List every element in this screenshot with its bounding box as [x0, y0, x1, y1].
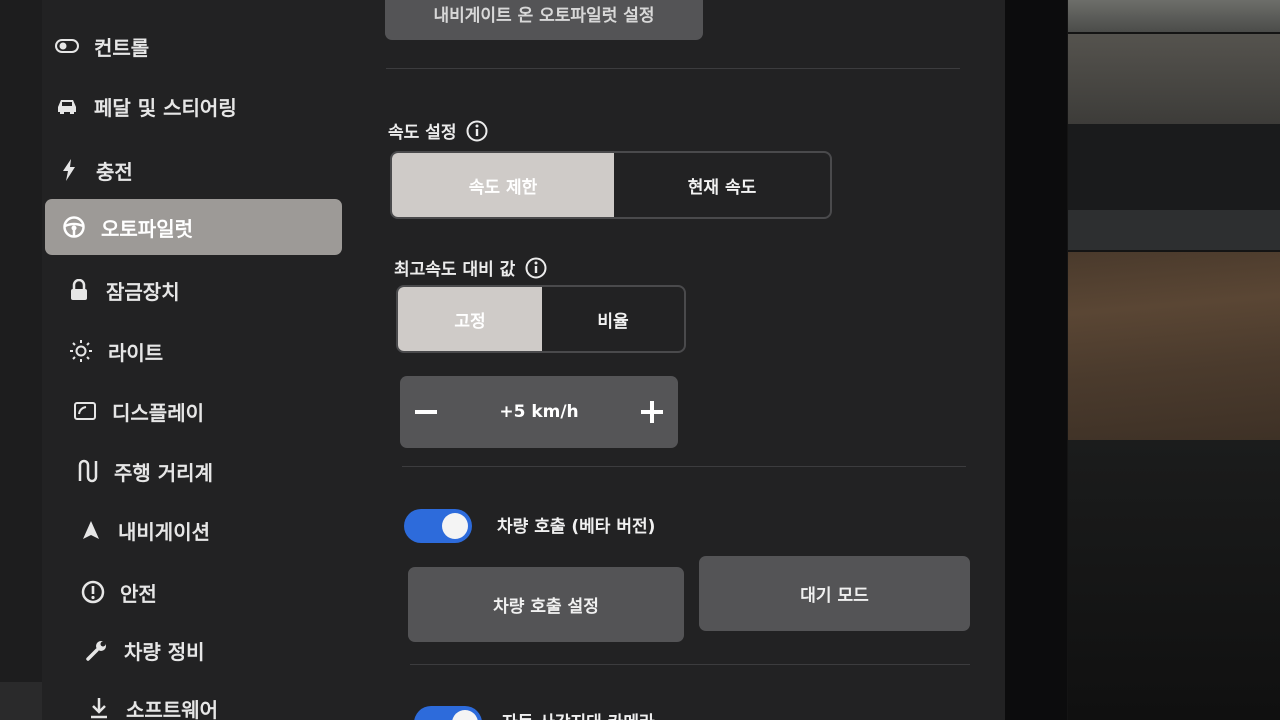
button-label: 대기 모드	[800, 586, 869, 606]
sidebar-item-software[interactable]: 소프트웨어	[86, 684, 356, 720]
offset-segmented-control: 고정 비율	[396, 285, 686, 353]
summon-toggle-label: 차량 호출 (베타 버전)	[497, 517, 656, 537]
steering-wheel-icon	[61, 214, 87, 240]
speed-offset-stepper: +5 km/h	[400, 376, 678, 448]
segment-fixed[interactable]: 고정	[398, 287, 542, 351]
dashboard-panel	[1068, 34, 1280, 124]
sidebar-item-label: 잠금장치	[106, 279, 180, 304]
bolt-icon	[56, 157, 82, 183]
sidebar-item-display[interactable]: 디스플레이	[72, 387, 342, 435]
toggle-icon	[54, 33, 80, 59]
display-icon	[72, 398, 98, 424]
sidebar-item-service[interactable]: 차량 정비	[84, 626, 354, 674]
summon-toggle[interactable]	[404, 509, 472, 543]
sidebar-item-lights[interactable]: 라이트	[68, 327, 338, 375]
toggle-knob	[442, 513, 468, 539]
stepper-value: +5 km/h	[499, 402, 579, 422]
route-icon	[74, 458, 100, 484]
segment-current-speed[interactable]: 현재 속도	[614, 153, 830, 217]
button-label: 내비게이트 온 오토파일럿 설정	[433, 6, 655, 26]
screen-bezel-left	[0, 0, 42, 720]
wrench-icon	[84, 637, 110, 663]
car-icon	[54, 93, 80, 119]
screen-edge	[1005, 0, 1067, 720]
sidebar-item-label: 충전	[96, 159, 133, 184]
sidebar-item-label: 차량 정비	[124, 639, 205, 664]
speed-setting-segmented-control: 속도 제한 현재 속도	[390, 151, 832, 219]
dashboard-vent	[1068, 124, 1280, 210]
sidebar-item-safety[interactable]: 안전	[80, 568, 350, 616]
heading-text: 속도 설정	[388, 123, 457, 143]
wood-trim	[1068, 252, 1280, 440]
sidebar-item-label: 컨트롤	[94, 35, 150, 60]
sidebar-item-autopilot[interactable]: 오토파일럿	[45, 199, 342, 255]
sidebar-item-charging[interactable]: 충전	[56, 146, 346, 194]
sidebar-item-pedals-steering[interactable]: 페달 및 스티어링	[54, 82, 344, 130]
section-divider	[410, 664, 970, 665]
plus-icon	[640, 401, 663, 423]
touchscreen: 컨트롤 페달 및 스티어링 충전 오토파일럿 잠금장치 라이트 디스플레이 주행…	[42, 0, 1005, 720]
sun-icon	[68, 338, 94, 364]
offset-heading: 최고속도 대비 값	[394, 255, 547, 280]
segment-percentage[interactable]: 비율	[542, 287, 684, 351]
sidebar-item-controls[interactable]: 컨트롤	[54, 22, 344, 70]
blind-spot-camera-label: 자동 사각지대 카메라	[502, 708, 655, 720]
segment-speed-limit[interactable]: 속도 제한	[392, 153, 614, 217]
info-icon[interactable]	[466, 120, 488, 142]
alert-circle-icon	[80, 579, 106, 605]
section-divider	[386, 68, 960, 69]
summon-settings-button[interactable]: 차량 호출 설정	[408, 567, 684, 642]
sidebar-item-label: 오토파일럿	[101, 216, 193, 241]
dashboard-top	[1068, 0, 1280, 32]
nav-on-autopilot-settings-button[interactable]: 내비게이트 온 오토파일럿 설정	[385, 0, 703, 40]
sidebar-item-label: 내비게이션	[118, 519, 210, 544]
sidebar-item-label: 소프트웨어	[126, 697, 218, 720]
heading-text: 최고속도 대비 값	[394, 260, 516, 280]
toggle-knob	[452, 710, 478, 720]
minus-icon	[415, 410, 437, 414]
download-icon	[86, 695, 112, 720]
button-label: 차량 호출 설정	[493, 597, 599, 617]
speed-setting-heading: 속도 설정	[388, 118, 488, 143]
standby-mode-button[interactable]: 대기 모드	[699, 556, 970, 631]
screen-bezel-corner	[0, 682, 42, 720]
increase-button[interactable]	[626, 376, 678, 448]
info-icon[interactable]	[525, 257, 547, 279]
section-divider	[402, 466, 966, 467]
sidebar-item-label: 라이트	[108, 340, 164, 365]
sidebar-item-trips[interactable]: 주행 거리계	[74, 447, 344, 495]
sidebar-item-label: 디스플레이	[112, 400, 204, 425]
blind-spot-camera-toggle[interactable]	[414, 706, 482, 720]
sidebar-item-label: 페달 및 스티어링	[94, 95, 237, 120]
sidebar-item-label: 주행 거리계	[114, 460, 213, 485]
dashboard-lower	[1068, 440, 1280, 720]
dashboard-trim	[1068, 210, 1280, 250]
sidebar-item-navigation[interactable]: 내비게이션	[78, 506, 348, 554]
sidebar-item-locks[interactable]: 잠금장치	[66, 266, 336, 314]
navigation-arrow-icon	[78, 517, 104, 543]
lock-icon	[66, 277, 92, 303]
sidebar-item-label: 안전	[120, 581, 157, 606]
decrease-button[interactable]	[400, 376, 452, 448]
